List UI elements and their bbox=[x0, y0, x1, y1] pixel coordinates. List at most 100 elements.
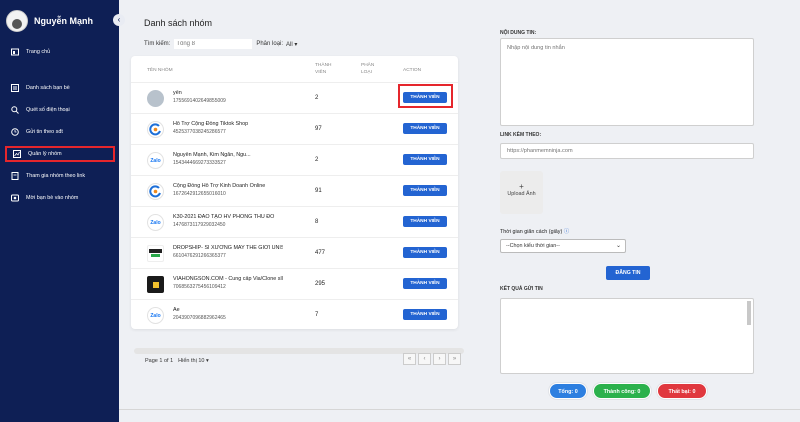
group-id: 1672642912655016010 bbox=[173, 191, 226, 197]
info-icon: ⓘ bbox=[563, 229, 570, 235]
plus-icon: + bbox=[519, 182, 524, 191]
chevron-down-icon: ▾ bbox=[292, 41, 298, 48]
chart-icon bbox=[12, 150, 21, 159]
blank-avatar-icon bbox=[147, 90, 164, 107]
last-page-icon[interactable]: » bbox=[448, 353, 461, 365]
user-profile[interactable]: Nguyễn Mạnh bbox=[6, 10, 93, 32]
sidebar-item-invite-friends[interactable]: Mời bạn bè vào nhóm bbox=[5, 190, 115, 206]
avatar[interactable] bbox=[6, 10, 28, 32]
page-navigation: « ‹ › » bbox=[403, 353, 463, 365]
members-button[interactable]: THÀNH VIÊN bbox=[403, 278, 447, 289]
group-id: 7068563275456109412 bbox=[173, 284, 226, 290]
page-size-select[interactable]: Hiển thị 10 ▾ bbox=[178, 358, 209, 364]
category-select[interactable]: All ▾ bbox=[286, 41, 297, 48]
link-input[interactable] bbox=[500, 143, 754, 159]
member-count: 8 bbox=[315, 219, 319, 225]
group-name: VIAHONGSON.COM - Cung cấp Via/Clone sll bbox=[173, 276, 283, 282]
first-page-icon[interactable]: « bbox=[403, 353, 416, 365]
group-name: K30-2021 ĐÀO TẠO HV PHÒNG THỦ ĐÔ bbox=[173, 214, 275, 220]
group-name: Cộng Đồng Hỗ Trợ Kinh Doanh Online bbox=[173, 183, 266, 189]
upload-label: Upload Ảnh bbox=[507, 191, 536, 197]
members-button[interactable]: THÀNH VIÊN bbox=[403, 154, 447, 165]
chevron-down-icon: ▾ bbox=[204, 358, 209, 364]
clock-icon bbox=[10, 128, 19, 137]
sidebar-item-label: Mời bạn bè vào nhóm bbox=[26, 195, 79, 201]
members-button[interactable]: THÀNH VIÊN bbox=[403, 247, 447, 258]
sidebar-item-home[interactable]: Trang chủ bbox=[5, 44, 115, 60]
sidebar-item-join-group-link[interactable]: Tham gia nhóm theo link bbox=[5, 168, 115, 184]
group-id: 6610476291266365377 bbox=[173, 253, 226, 259]
document-icon bbox=[10, 172, 19, 181]
circle-logo-icon bbox=[147, 121, 164, 138]
prev-page-icon[interactable]: ‹ bbox=[418, 353, 431, 365]
divider bbox=[119, 409, 800, 410]
post-button[interactable]: ĐĂNG TIN bbox=[606, 266, 650, 280]
sidebar-item-friends[interactable]: Danh sách bạn bè bbox=[5, 80, 115, 96]
sidebar-item-group-manager[interactable]: Quản lý nhóm bbox=[5, 146, 115, 162]
fail-badge: Thất bại: 0 bbox=[657, 383, 707, 399]
group-name: Ae bbox=[173, 307, 180, 313]
members-button[interactable]: THÀNH VIÊN bbox=[403, 309, 447, 320]
group-name: yến bbox=[173, 90, 182, 96]
members-button[interactable]: THÀNH VIÊN bbox=[403, 123, 447, 134]
vertical-scrollbar[interactable] bbox=[747, 301, 751, 325]
sidebar-item-send-by-phone[interactable]: Gửi tin theo sđt bbox=[5, 124, 115, 140]
group-table: TÊN NHÓM THÀNH VIÊN PHÂN LOẠI ACTION yến… bbox=[131, 56, 458, 329]
dashboard-icon bbox=[10, 48, 19, 57]
group-list-panel: Danh sách nhóm Tìm kiếm: Phân loại: All … bbox=[131, 0, 471, 422]
circle-logo-icon bbox=[147, 183, 164, 200]
brand-logo-icon bbox=[147, 245, 164, 262]
member-count: 477 bbox=[315, 250, 326, 256]
sidebar-item-label: Quét số điện thoại bbox=[26, 107, 70, 113]
col-header-members[interactable]: THÀNH VIÊN bbox=[315, 62, 337, 76]
sidebar-item-label: Trang chủ bbox=[26, 49, 51, 55]
next-page-icon[interactable]: › bbox=[433, 353, 446, 365]
member-count: 91 bbox=[315, 188, 322, 194]
add-group-icon bbox=[10, 194, 19, 203]
table-header: TÊN NHÓM THÀNH VIÊN PHÂN LOẠI ACTION bbox=[131, 61, 458, 83]
group-id: 1543444669273333527 bbox=[173, 160, 226, 166]
sidebar-item-label: Quản lý nhóm bbox=[28, 151, 62, 157]
search-icon bbox=[10, 106, 19, 115]
sidebar-item-label: Tham gia nhóm theo link bbox=[26, 173, 86, 179]
success-badge: Thành công: 0 bbox=[593, 383, 651, 399]
group-id: 2043907096882962465 bbox=[173, 315, 226, 321]
user-name: Nguyễn Mạnh bbox=[34, 16, 94, 26]
col-header-name[interactable]: TÊN NHÓM bbox=[147, 68, 173, 73]
page-info: Page 1 of 1 bbox=[145, 358, 174, 364]
category-label: Phân loại: bbox=[256, 41, 284, 47]
table-row: VIAHONGSON.COM - Cung cấp Via/Clone sll … bbox=[131, 268, 458, 299]
sidebar: Nguyễn Mạnh Trang chủ Danh sách bạn bè Q… bbox=[0, 0, 119, 422]
col-header-category[interactable]: PHÂN LOẠI bbox=[361, 62, 383, 76]
interval-select[interactable]: --Chọn kiểu thời gian-- ⌄ bbox=[500, 239, 626, 253]
table-row: Cộng Đồng Hỗ Trợ Kinh Doanh Online 16726… bbox=[131, 175, 458, 206]
sidebar-menu: Trang chủ Danh sách bạn bè Quét số điện … bbox=[5, 44, 115, 212]
brand-logo-icon bbox=[147, 276, 164, 293]
sidebar-item-label: Gửi tin theo sđt bbox=[26, 129, 63, 135]
group-id: 4525377038245286577 bbox=[173, 129, 226, 135]
member-count: 2 bbox=[315, 95, 319, 101]
zalo-logo-icon: Zalo bbox=[147, 307, 164, 324]
sidebar-item-scan-phone[interactable]: Quét số điện thoại bbox=[5, 102, 115, 118]
members-button[interactable]: THÀNH VIÊN bbox=[403, 92, 447, 103]
group-id: 1755691402649855009 bbox=[173, 98, 226, 104]
group-name: Hỗ Trợ Cộng Đồng Tiktok Shop bbox=[173, 121, 249, 127]
result-output[interactable] bbox=[500, 298, 754, 374]
members-button[interactable]: THÀNH VIÊN bbox=[403, 185, 447, 196]
page-title: Danh sách nhóm bbox=[144, 18, 213, 28]
table-row: Hỗ Trợ Cộng Đồng Tiktok Shop 45253770382… bbox=[131, 113, 458, 144]
member-count: 295 bbox=[315, 281, 326, 287]
group-id: 1476873117929032450 bbox=[173, 222, 226, 228]
members-button[interactable]: THÀNH VIÊN bbox=[403, 216, 447, 227]
content-label: NỘI DUNG TIN: bbox=[500, 30, 537, 36]
zalo-logo-icon: Zalo bbox=[147, 214, 164, 231]
table-row: Zalo Ae 2043907096882962465 7 THÀNH VIÊN bbox=[131, 299, 458, 330]
user-list-icon bbox=[10, 84, 19, 93]
col-header-action: ACTION bbox=[403, 68, 422, 73]
interval-select-value: --Chọn kiểu thời gian-- bbox=[506, 243, 560, 249]
search-input[interactable] bbox=[174, 39, 253, 49]
pagination-info: Page 1 of 1 Hiển thị 10 ▾ bbox=[145, 358, 209, 364]
upload-image-button[interactable]: + Upload Ảnh bbox=[500, 171, 543, 214]
message-content-input[interactable] bbox=[500, 38, 754, 126]
collapse-sidebar-button[interactable]: ‹ bbox=[113, 14, 125, 26]
